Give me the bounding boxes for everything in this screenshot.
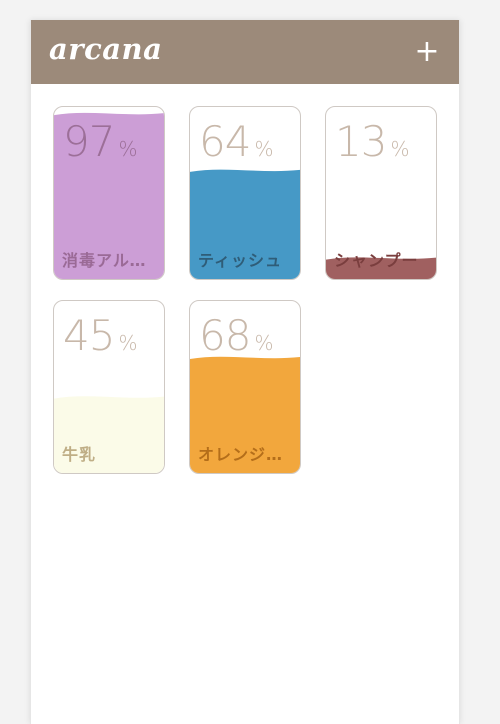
percent-unit: % — [254, 137, 274, 161]
item-name: オレンジジュース — [198, 445, 294, 464]
percent-number: 97 — [63, 117, 115, 166]
percent-value: 13% — [335, 117, 409, 166]
add-item-button[interactable]: + — [407, 32, 447, 72]
percent-value: 97% — [63, 117, 137, 166]
percent-number: 45 — [63, 311, 115, 360]
app-screen: arcana + 97% 消毒アルコール 64% ティッシュ 13% シャンプー… — [30, 20, 460, 724]
item-name: 消毒アルコール — [62, 251, 158, 270]
item-name: シャンプー — [334, 251, 419, 270]
item-card-shampoo[interactable]: 13% シャンプー — [325, 106, 437, 280]
item-name: 牛乳 — [62, 445, 97, 464]
percent-number: 64 — [199, 117, 251, 166]
item-name: ティッシュ — [198, 251, 283, 270]
percent-number: 68 — [199, 311, 251, 360]
app-title: arcana — [49, 32, 163, 66]
percent-value: 68% — [199, 311, 273, 360]
item-card-alcohol[interactable]: 97% 消毒アルコール — [53, 106, 165, 280]
percent-unit: % — [254, 331, 274, 355]
percent-unit: % — [118, 137, 138, 161]
item-card-tissue[interactable]: 64% ティッシュ — [189, 106, 301, 280]
percent-value: 64% — [199, 117, 273, 166]
percent-unit: % — [118, 331, 138, 355]
item-card-milk[interactable]: 45% 牛乳 — [53, 300, 165, 474]
item-card-orange-juice[interactable]: 68% オレンジジュース — [189, 300, 301, 474]
percent-unit: % — [390, 137, 410, 161]
app-header: arcana + — [31, 20, 459, 84]
percent-value: 45% — [63, 311, 137, 360]
percent-number: 13 — [335, 117, 387, 166]
